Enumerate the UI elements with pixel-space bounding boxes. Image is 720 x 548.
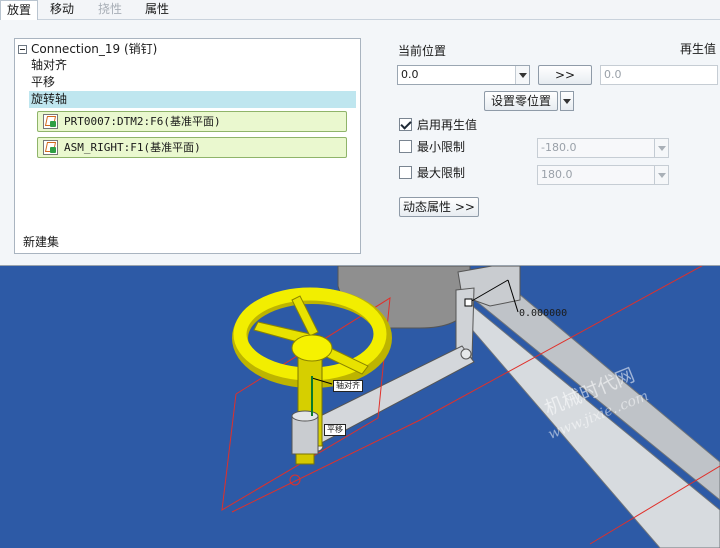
min-limit-label: 最小限制 — [417, 140, 466, 154]
chevron-down-icon[interactable] — [654, 139, 668, 157]
minus-expander-icon[interactable] — [18, 45, 27, 54]
datum-plane-reference-icon — [43, 140, 58, 155]
tree-item-rotation-axis[interactable]: 旋转轴 — [29, 91, 356, 108]
shaft-coupling — [291, 415, 319, 455]
translate-tag[interactable]: 平移 — [324, 424, 346, 436]
max-limit-combo[interactable]: 180.0 — [537, 165, 669, 185]
chevron-down-icon[interactable] — [515, 66, 529, 84]
tree-item-axis-align[interactable]: 轴对齐 — [31, 57, 181, 74]
rotation-dimension-value[interactable]: 0.000000 — [519, 308, 567, 319]
drag-handle-square[interactable] — [464, 298, 473, 307]
current-position-combo[interactable]: 0.0 — [397, 65, 530, 85]
current-position-label: 当前位置 — [398, 44, 447, 58]
set-zero-menu-chevron-down-icon[interactable] — [560, 91, 574, 111]
tab-placement[interactable]: 放置 — [0, 0, 39, 21]
tree-item-translate[interactable]: 平移 — [31, 74, 181, 91]
set-zero-position-button[interactable]: 设置零位置 — [484, 91, 558, 111]
model-viewport[interactable]: 轴对齐 平移 0.000000 机械时代网 www.jixie..com — [0, 266, 720, 548]
reference-item-2[interactable]: ASM_RIGHT:F1(基准平面) — [37, 137, 347, 158]
placement-panel: Connection_19 (销钉) 轴对齐 平移 旋转轴 PRT0007:DT… — [0, 20, 720, 266]
min-limit-combo[interactable]: -180.0 — [537, 138, 669, 158]
handwheel-hub — [291, 334, 333, 362]
max-limit-label: 最大限制 — [417, 166, 466, 180]
tab-move[interactable]: 移动 — [44, 0, 80, 20]
dynamic-properties-button[interactable]: 动态属性 >> — [399, 197, 479, 217]
regen-value-field[interactable]: 0.0 — [600, 65, 718, 85]
link-pivot-pin — [460, 348, 472, 360]
regen-value-label: 再生值 — [680, 42, 717, 56]
reference-item-1[interactable]: PRT0007:DTM2:F6(基准平面) — [37, 111, 347, 132]
shaft-tip — [295, 453, 315, 465]
tab-properties[interactable]: 属性 — [139, 0, 175, 20]
coupling-top-face — [291, 410, 319, 422]
datum-plane-reference-icon — [43, 114, 58, 129]
chevron-down-icon[interactable] — [654, 166, 668, 184]
enable-regen-checkbox[interactable] — [399, 118, 412, 131]
transfer-button[interactable]: >> — [538, 65, 592, 85]
tab-flexibility[interactable]: 挠性 — [92, 0, 128, 20]
enable-regen-label: 启用再生值 — [417, 118, 478, 132]
new-set-link[interactable]: 新建集 — [23, 233, 59, 250]
max-limit-checkbox[interactable] — [399, 166, 412, 179]
tree-root-connection[interactable]: Connection_19 (销钉) — [15, 41, 360, 58]
min-limit-checkbox[interactable] — [399, 140, 412, 153]
constraint-tree: Connection_19 (销钉) 轴对齐 平移 旋转轴 PRT0007:DT… — [14, 38, 361, 254]
axis-align-tag[interactable]: 轴对齐 — [333, 380, 363, 392]
dashboard-tab-bar: 放置 移动 挠性 属性 — [0, 0, 720, 21]
